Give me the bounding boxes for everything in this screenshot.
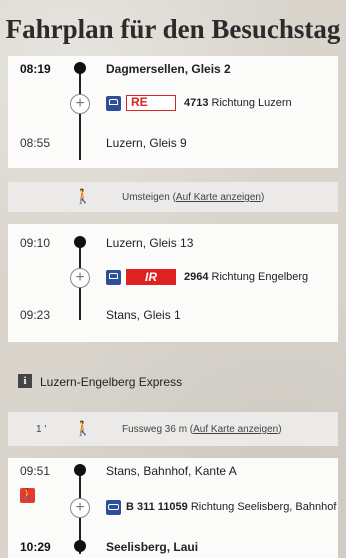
transfer-label: Umsteigen ( xyxy=(122,192,176,203)
stop-dot xyxy=(74,464,86,476)
train-number: 4713 xyxy=(184,97,209,109)
expand-stops-button[interactable]: + xyxy=(70,498,90,518)
page-title: Fahrplan für den Besuchstag xyxy=(5,14,341,44)
walk-row: 1 ' 🚶 Fussweg 36 m (Auf Karte anzeigen) xyxy=(8,412,338,446)
train-direction: Richtung Luzern xyxy=(211,97,292,109)
train-info: 4713 Richtung Luzern xyxy=(184,97,292,109)
train-category-badge: RE xyxy=(126,95,176,111)
arrival-time: 10:29 xyxy=(20,540,51,554)
show-map-link[interactable]: Auf Karte anzeigen xyxy=(193,424,278,435)
stop-dot xyxy=(74,62,86,74)
accessibility-walk-icon: 🚶 xyxy=(20,488,35,503)
bus-icon xyxy=(106,500,121,515)
walk-duration: 1 ' xyxy=(36,424,47,435)
departure-time: 09:10 xyxy=(20,236,51,250)
walk-label: Fussweg 36 m ( xyxy=(122,424,194,435)
info-text: Luzern-Engelberg Express xyxy=(40,375,183,389)
info-row: i Luzern-Engelberg Express xyxy=(8,366,338,396)
info-icon: i xyxy=(18,374,32,388)
departure-station: Stans, Bahnhof, Kante A xyxy=(106,464,237,478)
expand-stops-button[interactable]: + xyxy=(70,94,90,114)
show-map-link[interactable]: Auf Karte anzeigen xyxy=(176,192,261,203)
arrival-station: Seelisberg, Laui xyxy=(106,540,199,554)
train-number: 2964 xyxy=(184,271,209,283)
expand-stops-button[interactable]: + xyxy=(70,268,90,288)
walk-text: Fussweg 36 m (Auf Karte anzeigen) xyxy=(122,424,282,435)
arrival-station: Luzern, Gleis 9 xyxy=(106,136,187,150)
departure-time: 08:19 xyxy=(20,62,51,76)
train-info: 2964 Richtung Engelberg xyxy=(184,271,308,283)
arrival-time: 09:23 xyxy=(20,308,51,322)
arrival-time: 08:55 xyxy=(20,136,51,150)
departure-station: Dagmersellen, Gleis 2 xyxy=(106,62,231,76)
stop-dot xyxy=(74,540,86,552)
departure-station: Luzern, Gleis 13 xyxy=(106,236,194,250)
route-line xyxy=(79,68,81,160)
bus-number: B 311 11059 xyxy=(126,501,188,513)
bus-direction: Richtung Seelisberg, Bahnhof xyxy=(190,501,337,513)
leg-2-card: 09:10 Luzern, Gleis 13 + IR 2964 Richtun… xyxy=(8,224,338,342)
walk-close: ) xyxy=(278,424,282,435)
transfer-close: ) xyxy=(260,192,265,203)
walk-icon: 🚶 xyxy=(74,188,92,204)
train-icon xyxy=(106,96,121,111)
train-direction: Richtung Engelberg xyxy=(211,271,309,283)
leg-1-card: 08:19 Dagmersellen, Gleis 2 + RE 4713 Ri… xyxy=(8,56,338,168)
walk-icon: 🚶 xyxy=(74,420,92,436)
departure-time: 09:51 xyxy=(20,464,51,478)
transfer-text: Umsteigen (Auf Karte anzeigen) xyxy=(122,192,264,203)
leg-3-card: 09:51 Stans, Bahnhof, Kante A 🚶 + B 311 … xyxy=(8,458,338,558)
transfer-row: 🚶 Umsteigen (Auf Karte anzeigen) xyxy=(8,182,338,212)
bus-info: B 311 11059 Richtung Seelisberg, Bahnhof xyxy=(126,501,336,513)
train-category-badge: IR xyxy=(126,269,176,285)
stop-dot xyxy=(74,236,86,248)
train-icon xyxy=(106,270,121,285)
arrival-station: Stans, Gleis 1 xyxy=(106,308,181,322)
